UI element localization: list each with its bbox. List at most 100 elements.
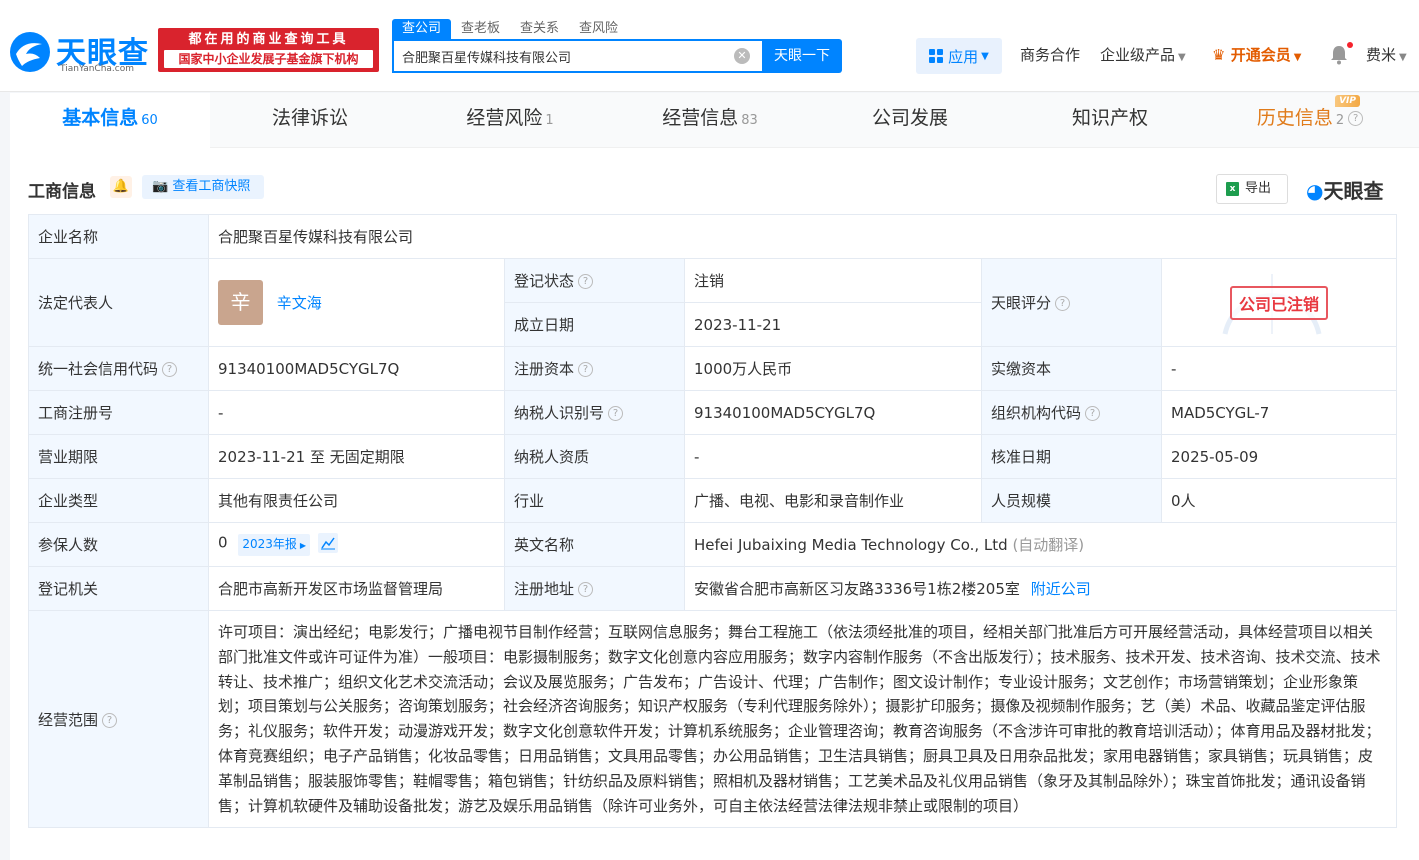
- legal-rep-cell: 辛 辛文海: [208, 258, 505, 347]
- snapshot-label: 查看工商快照: [172, 179, 251, 194]
- tab-label: 经营风险: [466, 107, 543, 129]
- apps-menu-button[interactable]: 应用 ▼: [916, 38, 1002, 74]
- chevron-down-icon: ▼: [1293, 52, 1302, 63]
- user-name: 费米: [1366, 46, 1397, 64]
- table-row: 统一社会信用代码? 91340100MAD5CYGL7Q 注册资本? 1000万…: [28, 346, 1398, 391]
- snapshot-button[interactable]: 📷 查看工商快照: [142, 175, 264, 199]
- search-button[interactable]: 天眼一下: [762, 39, 842, 73]
- search-tab-risk[interactable]: 查风险: [569, 19, 628, 39]
- table-row: 企业类型 其他有限责任公司 行业 广播、电视、电影和录音制作业 人员规模 0人: [28, 478, 1398, 523]
- staff-label: 人员规模: [981, 478, 1162, 523]
- clear-icon[interactable]: ✕: [734, 48, 750, 64]
- legal-rep-label: 法定代表人: [28, 258, 209, 347]
- help-icon[interactable]: ?: [1055, 296, 1071, 311]
- tax-qual-value: -: [684, 434, 982, 479]
- paid-capital-label: 实缴资本: [981, 346, 1162, 391]
- brand-mark-icon: ◕: [1306, 179, 1324, 203]
- nav-business[interactable]: 商务合作: [1020, 44, 1080, 66]
- notification-bell-icon[interactable]: [1330, 45, 1348, 65]
- help-icon[interactable]: ?: [578, 274, 594, 289]
- tab-count: 83: [741, 113, 758, 128]
- reg-capital-value: 1000万人民币: [684, 346, 982, 391]
- crown-icon: ♛: [1212, 46, 1226, 64]
- address-label: 注册地址: [514, 580, 575, 598]
- reg-capital-label: 注册资本: [514, 360, 575, 378]
- nav-enterprise-products[interactable]: 企业级产品 ▼: [1100, 44, 1186, 69]
- address-cell: 安徽省合肥市高新区习友路3336号1栋2楼205室 附近公司: [683, 566, 1398, 611]
- tab-count: 60: [141, 113, 158, 128]
- tab-count: 2: [1335, 113, 1345, 128]
- staff-value: 0人: [1160, 478, 1398, 523]
- nearby-companies-link[interactable]: 附近公司: [1031, 580, 1091, 598]
- subscribe-bell-icon[interactable]: 🔔: [110, 176, 132, 198]
- legal-rep-link[interactable]: 辛文海: [277, 294, 322, 312]
- table-row: 营业期限 2023-11-21 至 无固定期限 纳税人资质 - 核准日期 202…: [28, 434, 1398, 479]
- authority-value: 合肥市高新开发区市场监督管理局: [208, 566, 505, 611]
- chevron-down-icon: ▼: [981, 50, 989, 62]
- logo-subtext: TianYanCha.com: [60, 64, 135, 74]
- credit-code-label-cell: 统一社会信用代码?: [28, 346, 209, 391]
- auto-translate-note: (自动翻译): [1012, 536, 1085, 554]
- address-value: 安徽省合肥市高新区习友路3336号1栋2楼205室: [694, 580, 1020, 598]
- help-icon[interactable]: ?: [1085, 406, 1101, 421]
- year-report-select[interactable]: 2023年报 ▶: [238, 533, 311, 556]
- tab-label: 知识产权: [1071, 107, 1148, 129]
- tab-ip[interactable]: 知识产权: [1010, 93, 1210, 148]
- tab-label: 基本信息: [62, 107, 139, 129]
- section-title: 工商信息: [28, 182, 96, 202]
- chevron-down-icon: ▼: [1178, 52, 1186, 63]
- nav-vip[interactable]: ♛ 开通会员 ▼: [1212, 44, 1301, 69]
- site-logo[interactable]: 天眼查 TianYanCha.com: [8, 28, 153, 74]
- chevron-down-icon: ▼: [1399, 52, 1407, 63]
- main-panel: 基本信息 60 法律诉讼 经营风险 1 经营信息 83 公司发展 知识产权 VIP 历…: [10, 93, 1419, 860]
- help-icon[interactable]: ?: [578, 362, 594, 377]
- tab-development[interactable]: 公司发展: [810, 93, 1010, 148]
- reg-no-label: 工商注册号: [28, 390, 209, 435]
- approval-label: 核准日期: [981, 434, 1162, 479]
- term-value: 2023-11-21 至 无固定期限: [208, 434, 505, 479]
- tab-risk[interactable]: 经营风险 1: [410, 93, 610, 148]
- table-row: 参保人数 0 2023年报 ▶ 英文名称 Hefei Jubaixing Medi…: [28, 522, 1398, 567]
- export-button[interactable]: x 导出: [1216, 174, 1288, 204]
- user-menu[interactable]: 费米 ▼: [1366, 44, 1407, 69]
- table-row: 企业名称 合肥聚百星传媒科技有限公司: [28, 214, 1398, 259]
- search-tab-relation[interactable]: 查关系: [510, 19, 569, 39]
- term-label: 营业期限: [28, 434, 209, 479]
- tab-basic-info[interactable]: 基本信息 60: [10, 93, 210, 148]
- chevron-down-icon: ▶: [299, 540, 307, 550]
- reg-no-value: -: [208, 390, 505, 435]
- help-icon[interactable]: ?: [1348, 111, 1364, 126]
- reg-status-label-cell: 登记状态?: [504, 258, 685, 303]
- status-stamp: 公司已注销: [1230, 285, 1329, 320]
- company-name-label: 企业名称: [28, 214, 209, 259]
- tab-count: 1: [545, 113, 554, 128]
- search-tab-boss[interactable]: 查老板: [451, 19, 510, 39]
- trend-chart-icon[interactable]: [317, 533, 338, 554]
- help-icon[interactable]: ?: [608, 406, 624, 421]
- avatar[interactable]: 辛: [218, 280, 263, 325]
- tab-history[interactable]: VIP 历史信息 2?: [1210, 93, 1410, 148]
- business-info-table: 企业名称 合肥聚百星传媒科技有限公司 法定代表人 辛 辛文海 登记状态? 注销 …: [28, 214, 1398, 829]
- search-input[interactable]: [394, 41, 714, 71]
- english-value: Hefei Jubaixing Media Technology Co., Lt…: [694, 536, 1008, 554]
- search-type-tabs: 查公司 查老板 查关系 查风险: [392, 19, 628, 39]
- search-tab-company[interactable]: 查公司: [392, 19, 452, 39]
- insured-label: 参保人数: [28, 522, 209, 567]
- tab-business-info[interactable]: 经营信息 83: [610, 93, 810, 148]
- industry-label: 行业: [504, 478, 685, 523]
- help-icon[interactable]: ?: [162, 362, 178, 377]
- paid-capital-value: -: [1160, 346, 1398, 391]
- help-icon[interactable]: ?: [578, 582, 594, 597]
- year-report-label: 2023年报: [242, 536, 297, 551]
- tab-legal[interactable]: 法律诉讼: [210, 93, 410, 148]
- help-icon[interactable]: ?: [102, 712, 118, 728]
- tab-label: 公司发展: [871, 107, 948, 129]
- insured-value: 0: [218, 533, 228, 552]
- camera-icon: 📷: [152, 179, 169, 194]
- logo-mark-icon: [10, 32, 50, 72]
- score-cell: 公司已注销: [1160, 258, 1398, 347]
- table-row: 经营范围? 许可项目：演出经纪；电影发行；广播电视节目制作经营；互联网信息服务；…: [28, 609, 1398, 829]
- apps-label: 应用: [948, 47, 979, 66]
- type-value: 其他有限责任公司: [208, 478, 505, 523]
- type-label: 企业类型: [28, 478, 209, 523]
